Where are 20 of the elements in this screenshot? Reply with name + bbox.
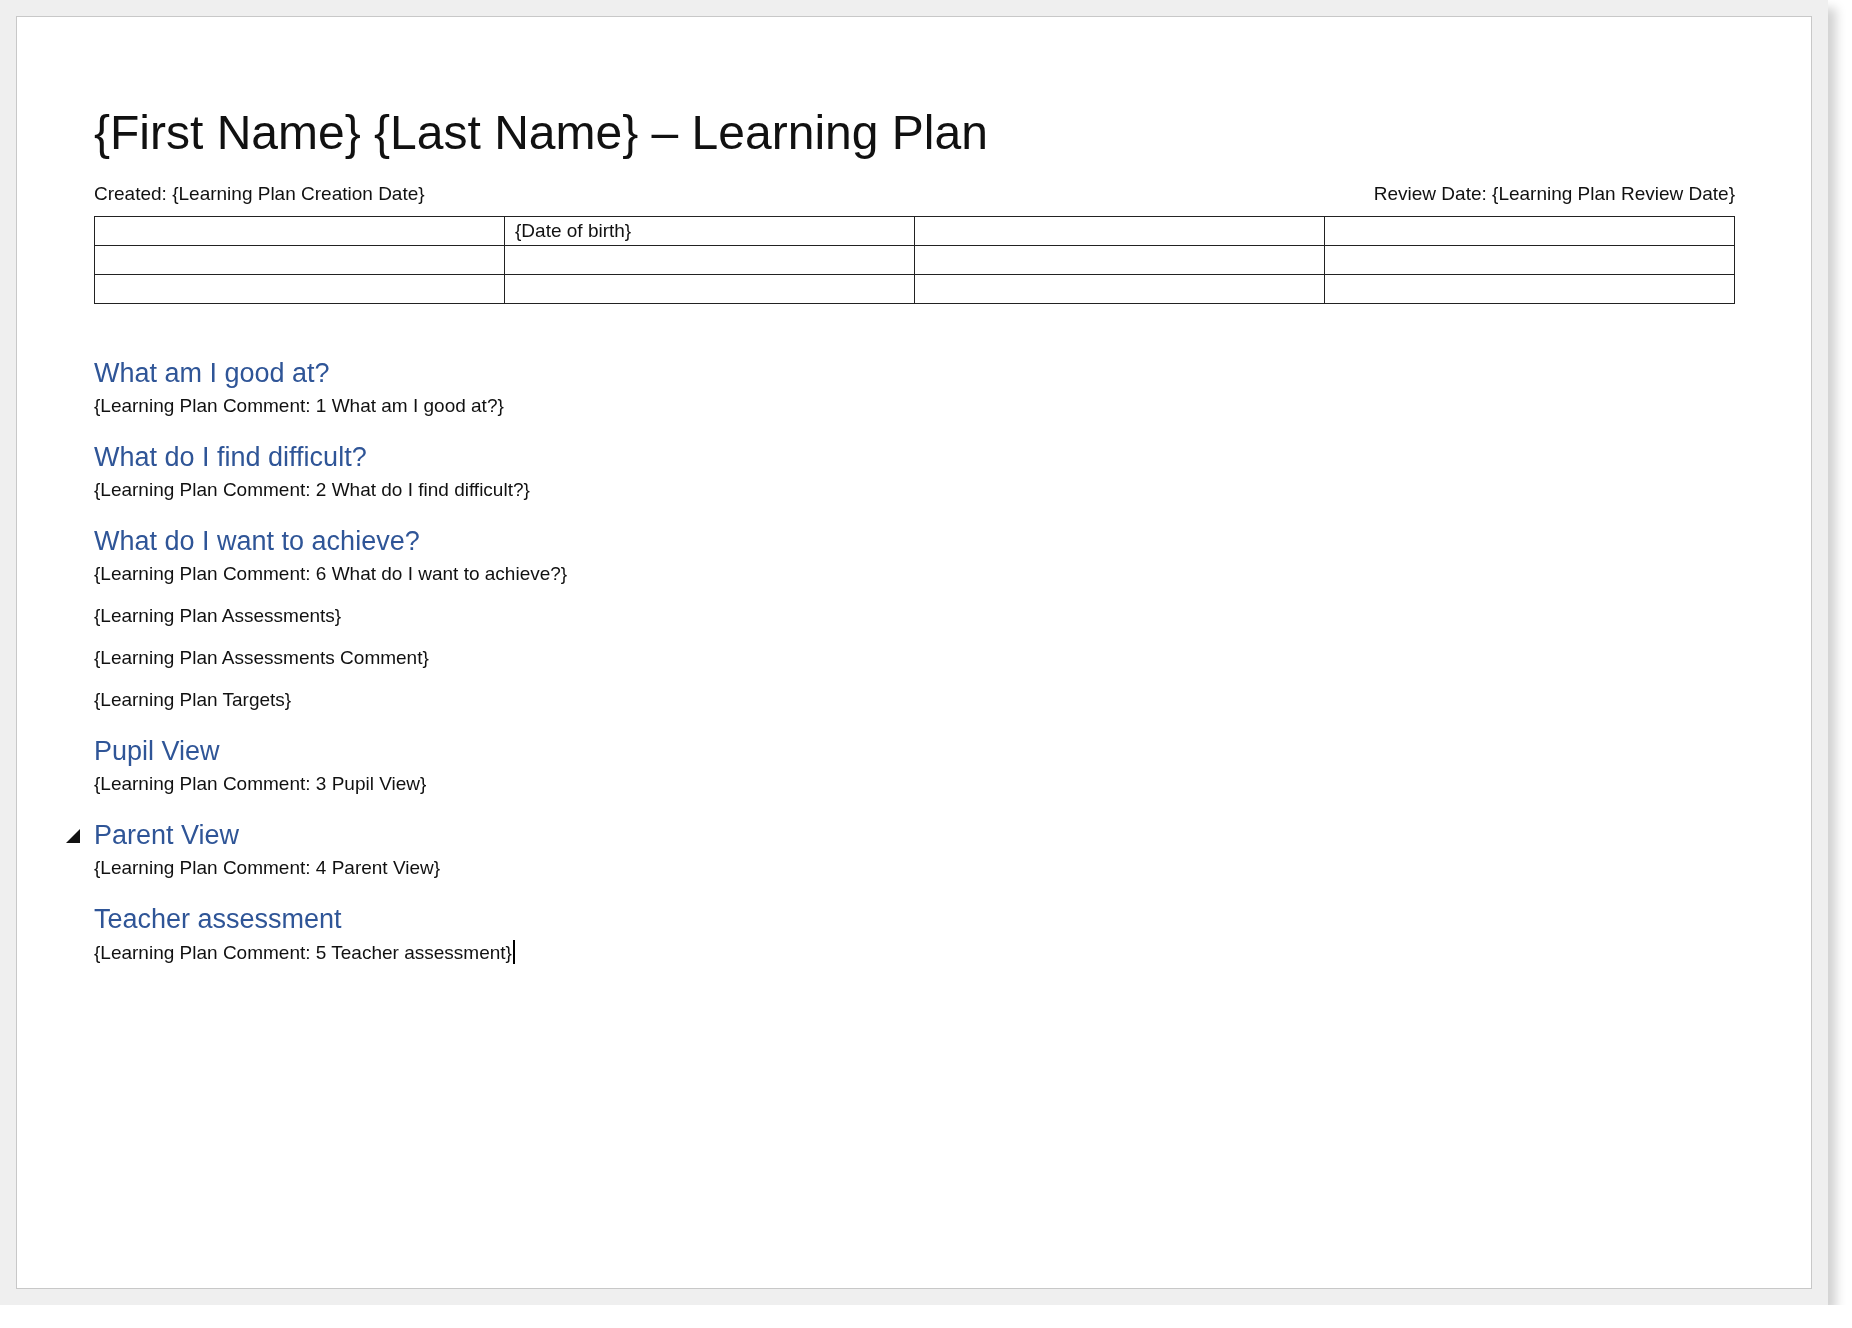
- section-heading: What do I find difficult?: [94, 441, 367, 474]
- section-heading: Teacher assessment: [94, 903, 342, 936]
- placeholder-text: {Learning Plan Targets}: [94, 688, 292, 712]
- section-heading: What do I want to achieve?: [94, 525, 420, 558]
- placeholder-text: {Learning Plan Comment: 4 Parent View}: [94, 856, 441, 880]
- created-date-text: Created: {Learning Plan Creation Date}: [94, 183, 425, 205]
- section-heading: Pupil View: [94, 735, 220, 768]
- review-date-text: Review Date: {Learning Plan Review Date}: [1373, 183, 1735, 205]
- section-heading: Parent View: [94, 819, 240, 852]
- document-title: {First Name} {Last Name} – Learning Plan: [94, 109, 988, 157]
- section-heading: What am I good at?: [94, 357, 330, 390]
- placeholder-text: {Learning Plan Assessments Comment}: [94, 646, 429, 670]
- placeholder-text: {Learning Plan Comment: 2 What do I find difficult?}: [94, 478, 530, 502]
- placeholder-text: {Learning Plan Comment: 1 What am I good at?}: [94, 394, 504, 418]
- placeholder-text: {Learning Plan Comment: 5 Teacher assessment}: [94, 940, 515, 965]
- placeholder-text: {Learning Plan Comment: 6 What do I want to achieve?}: [94, 562, 568, 586]
- placeholder-text: {Learning Plan Assessments}: [94, 604, 342, 628]
- collapse-triangle-icon[interactable]: [65, 828, 81, 844]
- table-cell: {Date of birth}: [504, 216, 915, 246]
- placeholder-text: {Learning Plan Comment: 3 Pupil View}: [94, 772, 427, 796]
